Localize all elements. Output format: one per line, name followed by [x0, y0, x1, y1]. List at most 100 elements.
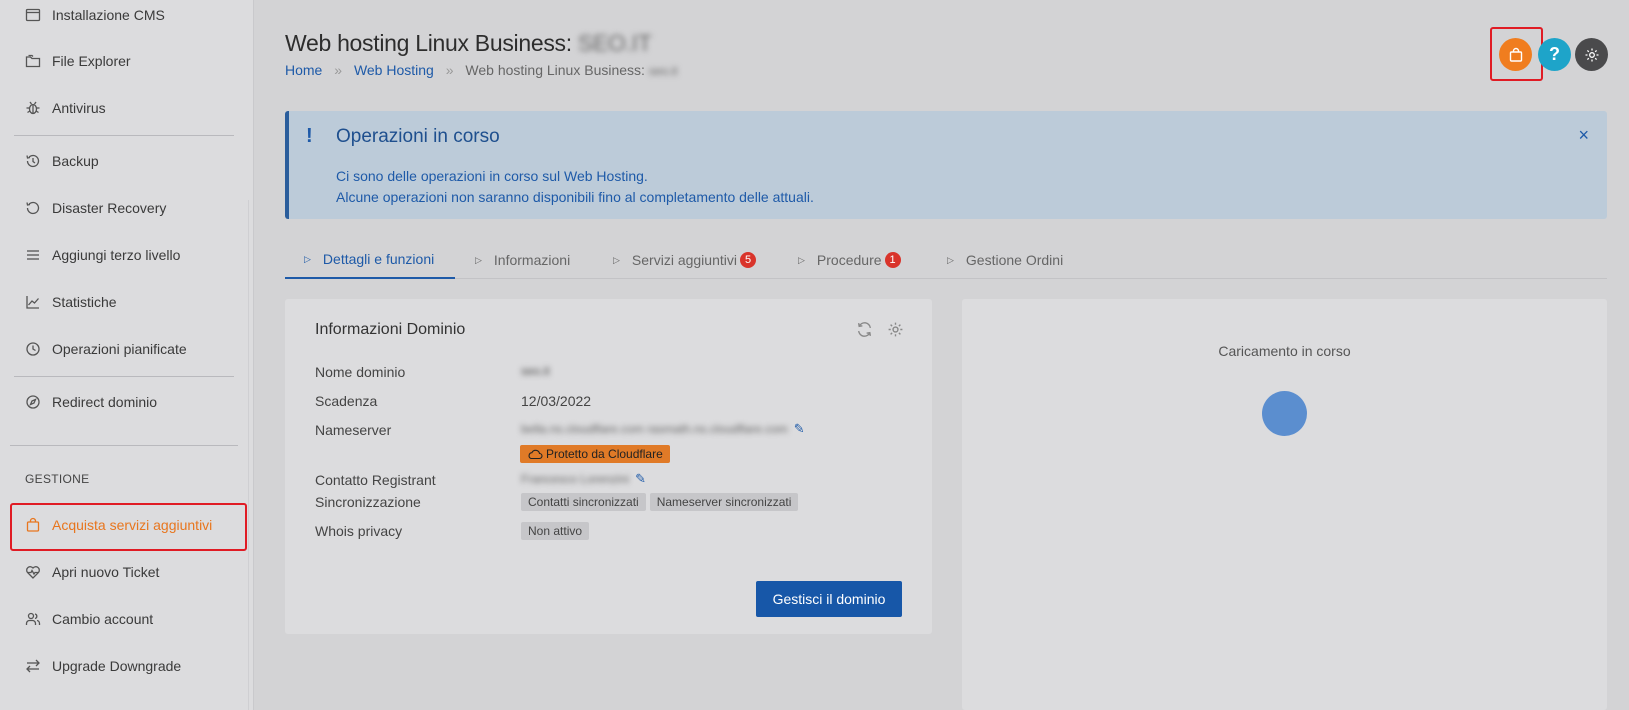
cloudflare-badge: Protetto da Cloudflare [520, 445, 670, 463]
breadcrumb-home[interactable]: Home [285, 62, 322, 78]
sidebar-item-label: Statistiche [52, 294, 117, 310]
tab-dettagli-e-funzioni[interactable]: ▷ Dettagli e funzioni [285, 241, 455, 279]
help-button[interactable]: ? [1538, 38, 1571, 71]
triangle-right-icon: ▷ [613, 254, 620, 265]
chart-line-icon [24, 293, 42, 311]
sidebar-item-label: Cambio account [52, 611, 154, 627]
triangle-right-icon: ▷ [798, 254, 805, 265]
sidebar-item-label: Aggiungi terzo livello [52, 247, 181, 263]
bug-icon [24, 99, 42, 117]
sidebar: Installazione CMS File Explorer Antiviru… [0, 0, 254, 710]
lines-icon [24, 246, 42, 264]
sidebar-item-label: Disaster Recovery [52, 200, 167, 216]
pencil-icon[interactable]: ✎ [794, 421, 805, 437]
gear-icon [1584, 47, 1600, 63]
exclamation-icon: ! [306, 125, 313, 147]
sidebar-divider [10, 445, 238, 446]
alert-title: Operazioni in corso [336, 126, 500, 147]
loading-spinner [1262, 391, 1307, 436]
sidebar-item-label: Upgrade Downgrade [52, 658, 182, 674]
sidebar-item-antivirus[interactable]: Antivirus [24, 96, 106, 120]
value-whois-privacy: Non attivo [521, 522, 593, 540]
settings-button[interactable] [1575, 38, 1608, 71]
cloudflare-badge-label: Protetto da Cloudflare [546, 447, 663, 461]
triangle-right-icon: ▷ [475, 254, 482, 265]
sidebar-item-upgrade-downgrade[interactable]: Upgrade Downgrade [24, 654, 181, 678]
value-scadenza: 12/03/2022 [521, 393, 592, 409]
sidebar-item-label: Antivirus [52, 100, 106, 116]
sidebar-item-apri-ticket[interactable]: Apri nuovo Ticket [24, 560, 159, 584]
card-tools [856, 321, 904, 338]
triangle-right-icon: ▷ [304, 253, 311, 264]
shopping-bag-icon [1508, 47, 1524, 63]
sidebar-item-acquista-servizi[interactable]: Acquista servizi aggiuntivi [24, 513, 212, 537]
alert-message-line2: Alcune operazioni non saranno disponibil… [336, 189, 814, 205]
sidebar-divider [14, 376, 234, 377]
count-badge: 1 [884, 252, 901, 268]
swap-arrows-icon [24, 657, 42, 675]
card-title: Informazioni Dominio [315, 321, 466, 338]
sidebar-item-backup[interactable]: Backup [24, 149, 99, 173]
close-icon[interactable]: × [1578, 125, 1589, 146]
history-icon [24, 152, 42, 170]
pencil-icon[interactable]: ✎ [635, 471, 646, 487]
gestisci-dominio-button[interactable]: Gestisci il dominio [756, 581, 902, 617]
tab-label: Informazioni [493, 252, 571, 268]
value-nameserver-row: bella.ns.cloudflare.com rasmath.ns.cloud… [521, 421, 805, 437]
breadcrumb: Home » Web Hosting » Web hosting Linux B… [285, 62, 678, 78]
sidebar-item-label: Backup [52, 153, 99, 169]
breadcrumb-current-redacted: seo.it [648, 64, 678, 78]
sidebar-item-aggiungi-terzo-livello[interactable]: Aggiungi terzo livello [24, 243, 180, 267]
page-title-text: Web hosting Linux Business: [285, 30, 572, 56]
tab-label: Procedure [816, 252, 882, 268]
tab-informazioni[interactable]: ▷ Informazioni [475, 241, 570, 279]
sidebar-item-label: Apri nuovo Ticket [52, 564, 160, 580]
refresh-icon[interactable] [856, 321, 873, 338]
sidebar-divider [14, 135, 234, 136]
window-icon [24, 6, 42, 24]
shopping-bag-icon [24, 516, 42, 534]
breadcrumb-separator: » [334, 62, 343, 78]
label-whois-privacy: Whois privacy [315, 523, 403, 539]
sidebar-item-operazioni-pianificate[interactable]: Operazioni pianificate [24, 337, 187, 361]
value-nome-dominio: seo.it [521, 364, 550, 378]
gear-icon[interactable] [887, 321, 904, 338]
folders-icon [24, 52, 42, 70]
breadcrumb-separator: » [445, 62, 454, 78]
sidebar-item-label: Installazione CMS [52, 7, 165, 23]
domain-info-card: Informazioni Dominio Nome dominio seo.it… [285, 299, 932, 634]
label-nome-dominio: Nome dominio [315, 364, 406, 380]
page-title: Web hosting Linux Business: SEO.IT [285, 30, 652, 57]
breadcrumb-current: Web hosting Linux Business: [465, 62, 645, 78]
sidebar-item-disaster-recovery[interactable]: Disaster Recovery [24, 196, 166, 220]
sidebar-item-installazione-cms[interactable]: Installazione CMS [24, 3, 165, 27]
page-title-redacted: SEO.IT [577, 30, 652, 56]
sidebar-item-label: Operazioni pianificate [52, 341, 187, 357]
sidebar-item-label: Redirect dominio [52, 394, 158, 410]
value-nameserver: bella.ns.cloudflare.com rasmath.ns.cloud… [521, 422, 788, 436]
sidebar-item-file-explorer[interactable]: File Explorer [24, 49, 131, 73]
label-contatto-registrant: Contatto Registrant [315, 472, 436, 488]
sidebar-item-redirect-dominio[interactable]: Redirect dominio [24, 390, 157, 414]
sidebar-item-label: Acquista servizi aggiuntivi [52, 517, 213, 533]
tab-label: Gestione Ordini [965, 252, 1064, 268]
rotate-icon [24, 199, 42, 217]
heartbeat-icon [24, 563, 42, 581]
clock-icon [24, 340, 42, 358]
sidebar-item-label: File Explorer [52, 53, 131, 69]
sidebar-section-label: GESTIONE [25, 472, 90, 486]
count-badge: 5 [739, 252, 757, 268]
tab-servizi-aggiuntivi[interactable]: ▷ Servizi aggiuntivi 5 [613, 241, 757, 279]
tab-procedure[interactable]: ▷ Procedure 1 [798, 241, 901, 279]
tab-bar: ▷ Dettagli e funzioni ▷ Informazioni ▷ S… [285, 241, 1607, 279]
value-contatto-registrant: Francesco Lorenzini [521, 472, 630, 486]
shop-button[interactable] [1499, 38, 1532, 71]
tab-label: Servizi aggiuntivi [631, 252, 737, 268]
sidebar-item-statistiche[interactable]: Statistiche [24, 290, 117, 314]
status-badge: Nameserver sincronizzati [649, 493, 799, 511]
label-scadenza: Scadenza [315, 393, 378, 409]
sidebar-item-cambio-account[interactable]: Cambio account [24, 607, 153, 631]
compass-icon [24, 393, 42, 411]
breadcrumb-web-hosting[interactable]: Web Hosting [354, 62, 434, 78]
tab-gestione-ordini[interactable]: ▷ Gestione Ordini [947, 241, 1063, 279]
